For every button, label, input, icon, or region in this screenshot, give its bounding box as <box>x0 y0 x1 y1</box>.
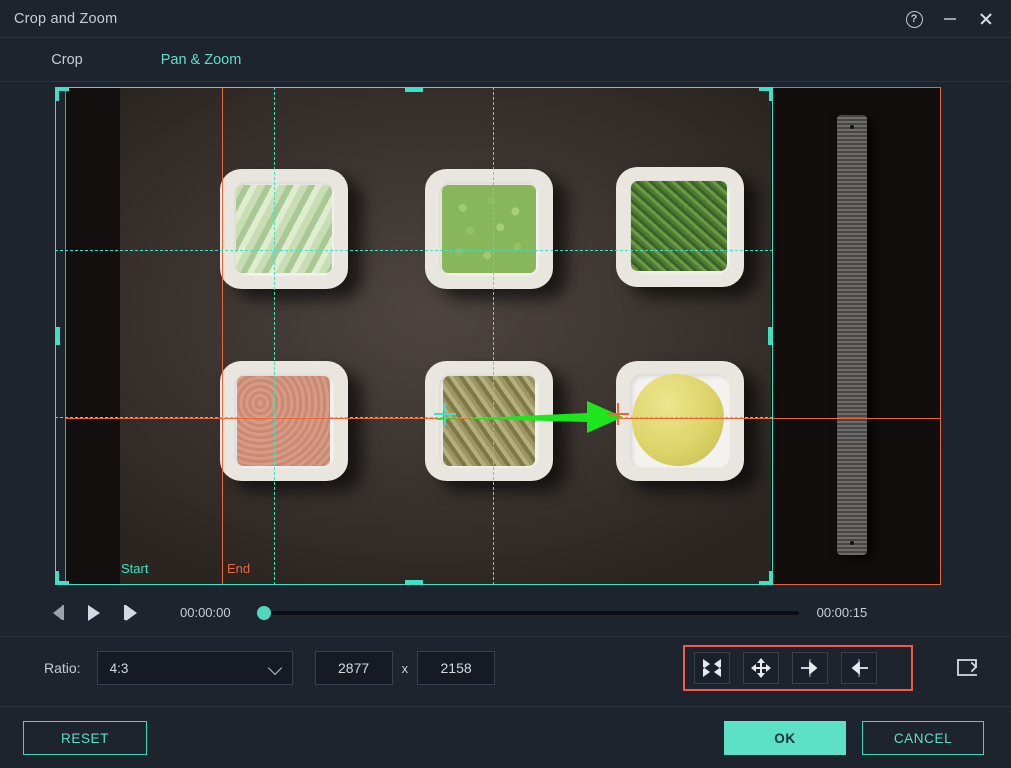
ratio-selected-value: 4:3 <box>109 660 129 676</box>
photo-table-surface <box>120 87 771 585</box>
grater <box>837 115 867 555</box>
lemon-contents <box>632 374 724 466</box>
next-frame-button[interactable] <box>112 596 148 630</box>
tab-crop[interactable]: Crop <box>26 38 108 82</box>
minimize-icon <box>944 18 956 20</box>
pan-left-button[interactable] <box>841 652 877 684</box>
play-icon <box>88 604 100 621</box>
minimize-button[interactable] <box>933 4 967 34</box>
tab-bar: Crop Pan & Zoom <box>0 38 1011 113</box>
width-input[interactable]: 2877 <box>314 651 393 685</box>
start-label: Start <box>121 561 149 576</box>
ratio-select[interactable]: 4:3 <box>96 651 293 685</box>
handle-bottom-left-v[interactable] <box>55 571 59 585</box>
end-center-crosshair <box>607 403 629 425</box>
start-center-crosshair <box>434 403 456 425</box>
transport-bar: 00:00:00 00:00:15 <box>0 589 1011 637</box>
handle-mid-right[interactable] <box>768 327 773 345</box>
handle-mid-bottom[interactable] <box>405 580 423 585</box>
title-bar: Crop and Zoom ? <box>0 0 1011 38</box>
swap-icon <box>957 659 978 676</box>
total-time: 00:00:15 <box>816 605 868 620</box>
timeline-track[interactable] <box>266 610 799 615</box>
zoom-fit-icon <box>703 659 721 677</box>
end-vertical-guide <box>222 87 223 585</box>
grater-hole-bottom <box>850 541 854 545</box>
pan-zoom-tools-highlight <box>683 645 913 691</box>
photo-left-band <box>65 87 120 585</box>
cucumber-contents <box>236 185 332 273</box>
dill-bowl <box>616 167 744 287</box>
handle-mid-top[interactable] <box>405 87 423 92</box>
handle-top-left-v[interactable] <box>55 87 59 101</box>
timeline-playhead[interactable] <box>256 605 271 620</box>
arrow-left-icon <box>851 659 868 677</box>
preview-stage: Start End <box>0 83 1011 589</box>
question-mark-icon: ? <box>905 10 923 28</box>
handle-mid-left[interactable] <box>55 327 60 345</box>
help-button[interactable]: ? <box>897 4 931 34</box>
arrow-right-icon <box>801 659 818 677</box>
peas-bowl <box>425 169 553 289</box>
prev-frame-button[interactable] <box>40 596 76 630</box>
end-label: End <box>227 561 251 576</box>
swap-start-end-button[interactable] <box>952 653 984 683</box>
fit-frame-button[interactable] <box>694 652 730 684</box>
prev-frame-icon <box>52 605 62 620</box>
play-button[interactable] <box>76 596 112 630</box>
footer-bar: RESET OK CANCEL <box>0 706 1011 768</box>
handle-top-right-v[interactable] <box>769 87 773 101</box>
cancel-button[interactable]: CANCEL <box>862 721 984 755</box>
prev-frame-bar <box>61 605 64 620</box>
pan-direction-arrow <box>437 401 623 433</box>
roe-contents <box>237 376 330 466</box>
tab-pan-zoom[interactable]: Pan & Zoom <box>142 38 260 82</box>
ratio-label: Ratio: <box>44 660 81 676</box>
chevron-down-icon <box>267 660 282 676</box>
timeline-slider[interactable] <box>256 603 799 623</box>
roe-bowl <box>220 361 348 481</box>
move-frame-button[interactable] <box>743 652 779 684</box>
height-input[interactable]: 2158 <box>417 651 496 685</box>
handle-bottom-right-v[interactable] <box>769 571 773 585</box>
close-button[interactable] <box>969 4 1003 34</box>
next-frame-icon <box>125 604 137 621</box>
move-arrows-icon <box>751 658 771 678</box>
pan-right-button[interactable] <box>792 652 828 684</box>
lemon-bowl <box>616 361 744 481</box>
video-preview[interactable] <box>65 87 941 585</box>
window-title: Crop and Zoom <box>14 10 118 27</box>
dill-contents <box>631 181 727 271</box>
cucumber-bowl <box>220 169 348 289</box>
ok-button[interactable]: OK <box>724 721 846 755</box>
reset-button[interactable]: RESET <box>23 721 147 755</box>
grater-hole-top <box>850 125 854 129</box>
dimension-separator: x <box>401 660 409 676</box>
current-time: 00:00:00 <box>180 605 231 620</box>
close-icon <box>979 12 993 26</box>
window-controls: ? <box>897 0 1011 38</box>
peas-contents <box>442 185 536 273</box>
